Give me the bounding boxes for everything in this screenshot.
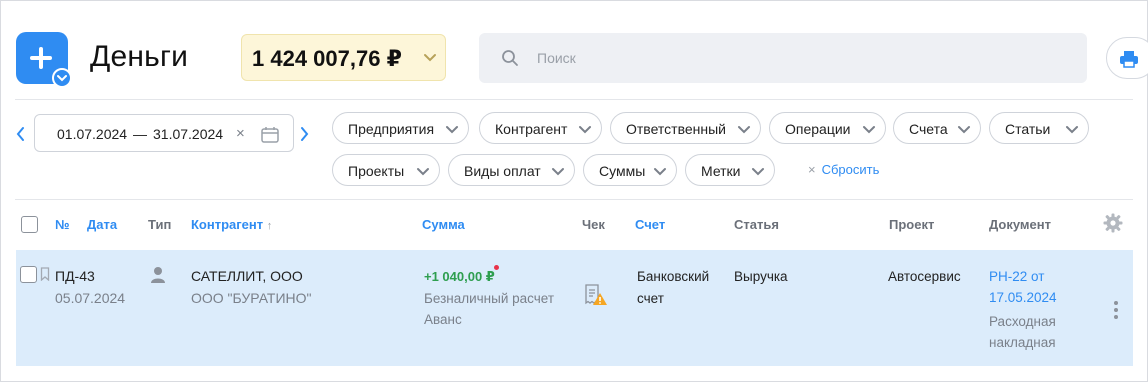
column-header-amount[interactable]: Сумма <box>422 217 465 232</box>
header-divider <box>15 99 1133 100</box>
filter-chip-tags[interactable]: Метки <box>685 154 775 186</box>
search-box[interactable] <box>479 33 1087 83</box>
chevron-down-icon <box>417 168 429 176</box>
row-number[interactable]: ПД-43 <box>55 266 95 287</box>
column-header-number[interactable]: № <box>55 217 70 232</box>
column-header-article: Статья <box>734 217 779 232</box>
filter-chip-accounts[interactable]: Счета <box>893 112 981 144</box>
chevron-right-icon[interactable] <box>300 126 310 142</box>
chevron-down-icon <box>446 126 458 134</box>
column-header-account[interactable]: Счет <box>635 217 665 232</box>
filter-chip-operations[interactable]: Операции <box>769 112 886 144</box>
filter-chip-responsible[interactable]: Ответственный <box>610 112 761 144</box>
search-icon <box>502 50 518 66</box>
date-from: 01.07.2024 <box>57 126 128 142</box>
row-amount: +1 040,00 ₽ <box>424 269 495 284</box>
chevron-down-icon <box>863 126 875 134</box>
chevron-down-icon <box>57 75 67 82</box>
column-header-receipt: Чек <box>582 217 605 232</box>
chevron-down-icon <box>579 126 591 134</box>
filter-chip-articles[interactable]: Статьи <box>989 112 1089 144</box>
chevron-down-icon <box>552 168 564 176</box>
reset-x-icon: × <box>808 162 816 177</box>
chevron-down-icon <box>1066 126 1078 134</box>
reset-filters-button[interactable]: × Сбросить <box>808 162 879 177</box>
alert-dot <box>494 265 499 270</box>
row-payment-kind: Аванс <box>424 312 462 327</box>
column-header-project: Проект <box>889 217 935 232</box>
row-company: ООО "БУРАТИНО" <box>191 290 312 306</box>
column-header-type: Тип <box>148 217 172 232</box>
chevron-down-icon <box>738 126 750 134</box>
chevron-down-icon <box>654 168 666 176</box>
filters-divider <box>15 199 1133 200</box>
row-article: Выручка <box>734 269 788 284</box>
balance-amount: 1 424 007,76 ₽ <box>252 46 402 71</box>
row-document-type: Расходная накладная <box>989 314 1056 350</box>
person-icon <box>151 267 165 283</box>
row-account-line2: счет <box>637 291 664 306</box>
bookmark-icon[interactable] <box>40 267 50 281</box>
clear-dates-button[interactable]: × <box>236 125 245 142</box>
column-header-counterparty[interactable]: Контрагент ↑ <box>191 217 272 232</box>
add-menu-dropdown[interactable] <box>52 68 72 88</box>
column-header-date[interactable]: Дата <box>87 217 117 232</box>
search-input[interactable] <box>537 47 1037 69</box>
receipt-warning-icon[interactable] <box>584 284 608 306</box>
filter-chip-counterparty[interactable]: Контрагент <box>479 112 602 144</box>
chevron-down-icon <box>752 168 764 176</box>
reset-filters-label: Сбросить <box>821 162 880 177</box>
select-all-checkbox[interactable] <box>21 216 38 233</box>
row-payment-type: Безналичный расчет <box>424 291 555 306</box>
date-to: 31.07.2024 <box>153 126 224 142</box>
filter-chip-enterprises[interactable]: Предприятия <box>332 112 469 144</box>
kebab-menu-icon[interactable] <box>1113 300 1119 320</box>
row-project: Автосервис <box>888 269 961 284</box>
column-header-document: Документ <box>989 217 1051 232</box>
row-account-line1: Банковский <box>637 269 710 284</box>
row-checkbox[interactable] <box>20 266 37 283</box>
calendar-icon[interactable] <box>261 126 279 143</box>
date-separator: — <box>133 126 147 142</box>
filter-chip-amounts[interactable]: Суммы <box>583 154 677 186</box>
print-button[interactable] <box>1106 37 1148 79</box>
row-counterparty[interactable]: САТЕЛЛИТ, ООО <box>191 266 303 287</box>
balance-dropdown[interactable]: 1 424 007,76 ₽ <box>241 34 446 81</box>
sort-ascending-icon: ↑ <box>266 220 273 232</box>
row-document-link[interactable]: РН-22 от 17.05.2024 <box>989 266 1057 308</box>
chevron-down-icon <box>424 54 436 62</box>
gear-icon[interactable] <box>1103 213 1123 233</box>
table-row[interactable] <box>16 250 1133 366</box>
printer-icon <box>1120 51 1138 68</box>
add-operation-button[interactable] <box>16 32 72 88</box>
filter-chip-projects[interactable]: Проекты <box>332 154 440 186</box>
chevron-down-icon <box>958 126 970 134</box>
chevron-left-icon[interactable] <box>15 126 25 142</box>
filter-chip-payment-types[interactable]: Виды оплат <box>448 154 575 186</box>
page-title: Деньги <box>90 40 189 73</box>
date-range-picker[interactable]: 01.07.2024 — 31.07.2024 × <box>34 114 294 152</box>
row-date: 05.07.2024 <box>55 290 126 306</box>
